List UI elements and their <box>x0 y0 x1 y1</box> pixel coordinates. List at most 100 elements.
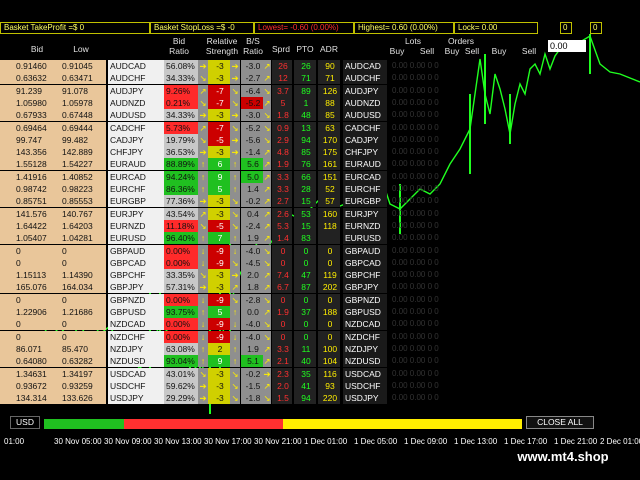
row-symbol-button[interactable]: USDCHF <box>343 379 387 392</box>
row-symbol[interactable]: EURJPY <box>108 207 164 220</box>
row-symbol[interactable]: EURNZD <box>108 219 164 232</box>
row-lots-orders[interactable]: 0.00 0.00 0 0 <box>390 245 594 257</box>
table-row[interactable]: 86.071 85.470 NZDJPY 63.08% ↑ 2 ↑ 1.9 ↗ 3.3 11 100 N… <box>0 342 594 355</box>
row-lots-orders[interactable]: 0.00 0.00 0 0 <box>390 318 594 330</box>
row-symbol-button[interactable]: GBPCHF <box>343 269 387 282</box>
row-symbol-button[interactable]: CHFJPY <box>343 146 387 159</box>
row-lots-orders[interactable]: 0.00 0.00 0 0 <box>390 269 594 281</box>
table-row[interactable]: 0.63632 0.63471 AUDCHF 34.33% ↘ -3 ➔ -2.7 ↗ 12 71 7… <box>0 72 594 85</box>
row-lots-orders[interactable]: 0.00 0.00 0 0 <box>390 195 594 207</box>
lock-input[interactable] <box>548 40 586 52</box>
row-symbol-button[interactable]: CADCHF <box>343 121 387 134</box>
row-symbol-button[interactable]: AUDCHF <box>343 72 387 85</box>
usd-button[interactable]: USD <box>10 416 40 429</box>
row-symbol[interactable]: NZDCAD <box>108 318 164 331</box>
table-row[interactable]: 91.239 91.078 AUDJPY 9.26% ↗ -7 ↘ -6.4 ↘ 3.7 89 126… <box>0 84 594 97</box>
table-row[interactable]: 0 0 NZDCAD 0.00% ↓ -9 ↓ -4.0 ↘ 0 0 0 NZDCAD 0.00 0.00… <box>0 318 594 331</box>
row-symbol-button[interactable]: EURGBP <box>343 195 387 208</box>
table-row[interactable]: 143.356 142.889 CHFJPY 36.53% ➔ -3 ➔ -1.4 ↗ 4.8 85… <box>0 146 594 159</box>
table-row[interactable]: 0.85751 0.85553 EURGBP 77.36% ➔ -3 ↘ -0.2 ↗ 2.7 15… <box>0 195 594 208</box>
row-symbol[interactable]: CHFJPY <box>108 146 164 159</box>
row-symbol-button[interactable]: EURJPY <box>343 207 387 220</box>
row-symbol-button[interactable]: GBPNZD <box>343 293 387 306</box>
row-symbol[interactable]: GBPCAD <box>108 256 164 269</box>
close-all-button[interactable]: CLOSE ALL <box>526 416 594 429</box>
row-symbol[interactable]: USDCAD <box>108 367 164 380</box>
table-row[interactable]: 99.747 99.482 CADJPY 19.79% ↘ -5 ➔ -5.6 ↘ 2.9 94 17… <box>0 133 594 146</box>
row-symbol[interactable]: GBPJPY <box>108 281 164 294</box>
table-row[interactable]: 1.22906 1.21686 GBPUSD 93.75% ↑ 5 ↑ 0.0 ↗ 1.9 37 18… <box>0 306 594 318</box>
row-symbol[interactable]: GBPNZD <box>108 293 164 306</box>
row-lots-orders[interactable]: 0.00 0.00 0 0 <box>390 97 594 109</box>
row-symbol-button[interactable]: EURNZD <box>343 219 387 232</box>
row-lots-orders[interactable]: 0.00 0.00 0 0 <box>390 220 594 232</box>
row-symbol[interactable]: NZDJPY <box>108 342 164 355</box>
table-row[interactable]: 0 0 GBPNZD 0.00% ↓ -9 ↘ -2.8 ↘ 0 0 0 GBPNZD 0.00 0.00… <box>0 293 594 306</box>
table-row[interactable]: 0.93672 0.93259 USDCHF 59.62% ➔ -3 ↘ -1.5 ↗ 2.0 41… <box>0 379 594 392</box>
table-row[interactable]: 1.15113 1.14390 GBPCHF 33.35% ↘ -3 ➔ 2.0 ↗ 7.4 47 1… <box>0 269 594 282</box>
row-symbol-button[interactable]: AUDCAD <box>343 60 387 72</box>
row-lots-orders[interactable]: 0.00 0.00 0 0 <box>390 331 594 343</box>
row-symbol-button[interactable]: NZDCHF <box>343 330 387 343</box>
row-symbol[interactable]: EURGBP <box>108 195 164 208</box>
row-symbol[interactable]: AUDCAD <box>108 60 164 72</box>
row-lots-orders[interactable]: 0.00 0.00 0 0 <box>390 146 594 158</box>
row-lots-orders[interactable]: 0.00 0.00 0 0 <box>390 281 594 293</box>
row-lots-orders[interactable]: 0.00 0.00 0 0 <box>390 208 594 220</box>
row-symbol-button[interactable]: NZDJPY <box>343 342 387 355</box>
row-symbol[interactable]: USDCHF <box>108 379 164 392</box>
row-lots-orders[interactable]: 0.00 0.00 0 0 <box>390 158 594 170</box>
row-symbol-button[interactable]: AUDUSD <box>343 109 387 122</box>
table-row[interactable]: 1.41916 1.40852 EURCAD 94.24% ↑ 9 ↑ 5.0 ↗ 3.3 66 15… <box>0 170 594 183</box>
row-lots-orders[interactable]: 0.00 0.00 0 0 <box>390 355 594 367</box>
table-row[interactable]: 0 0 NZDCHF 0.00% ↓ -9 ↓ -4.0 ↘ 0 0 0 NZDCHF 0.00 0.00… <box>0 330 594 343</box>
row-symbol-button[interactable]: GBPUSD <box>343 306 387 318</box>
row-symbol[interactable]: GBPUSD <box>108 306 164 318</box>
row-lots-orders[interactable]: 0.00 0.00 0 0 <box>390 306 594 318</box>
table-row[interactable]: 0 0 GBPAUD 0.00% ↓ -9 ↓ -4.0 ↘ 0 0 0 GBPAUD 0.00 0.00… <box>0 244 594 257</box>
basket-take-profit[interactable]: Basket TakeProfit =$ 0 <box>0 22 150 34</box>
row-symbol[interactable]: AUDUSD <box>108 109 164 122</box>
row-lots-orders[interactable]: 0.00 0.00 0 0 <box>390 294 594 306</box>
row-symbol[interactable]: AUDJPY <box>108 84 164 97</box>
table-row[interactable]: 1.64422 1.64203 EURNZD 11.18% ↘ -5 ↘ -2.4 ↗ 5.3 15… <box>0 219 594 232</box>
table-row[interactable]: 134.314 133.626 USDJPY 29.29% ➔ -3 ↘ -1.8 ↘ 1.5 94… <box>0 392 594 405</box>
row-lots-orders[interactable]: 0.00 0.00 0 0 <box>390 122 594 134</box>
row-symbol[interactable]: USDJPY <box>108 392 164 405</box>
row-lots-orders[interactable]: 0.00 0.00 0 0 <box>390 171 594 183</box>
row-lots-orders[interactable]: 0.00 0.00 0 0 <box>390 109 594 121</box>
table-row[interactable]: 1.34631 1.34197 USDCAD 43.01% ↘ -3 ↘ -0.2 ➔ 2.3 35… <box>0 367 594 380</box>
row-symbol[interactable]: EURUSD <box>108 232 164 245</box>
row-symbol[interactable]: CADCHF <box>108 121 164 134</box>
row-symbol-button[interactable]: USDJPY <box>343 392 387 405</box>
row-lots-orders[interactable]: 0.00 0.00 0 0 <box>390 368 594 380</box>
row-symbol[interactable]: CADJPY <box>108 133 164 146</box>
row-symbol[interactable]: GBPAUD <box>108 244 164 257</box>
table-row[interactable]: 0.91460 0.91045 AUDCAD 56.08% ➔ -3 ➔ -3.0 ↗ 26 26 9… <box>0 60 594 72</box>
basket-stop-loss[interactable]: Basket StopLoss =$ -0 <box>150 22 254 34</box>
row-symbol[interactable]: EURCHF <box>108 183 164 195</box>
row-symbol[interactable]: GBPCHF <box>108 269 164 282</box>
table-row[interactable]: 0.98742 0.98223 EURCHF 86.36% ↑ 5 ↑ 1.4 ↗ 3.3 28 52… <box>0 183 594 195</box>
row-lots-orders[interactable]: 0.00 0.00 0 0 <box>390 392 594 404</box>
row-symbol-button[interactable]: GBPAUD <box>343 244 387 257</box>
row-symbol-button[interactable]: CADJPY <box>343 133 387 146</box>
row-symbol-button[interactable]: NZDUSD <box>343 355 387 368</box>
row-symbol-button[interactable]: EURCAD <box>343 170 387 183</box>
row-symbol[interactable]: NZDUSD <box>108 355 164 368</box>
row-lots-orders[interactable]: 0.00 0.00 0 0 <box>390 257 594 269</box>
table-row[interactable]: 1.55128 1.54227 EURAUD 88.89% ↑ 6 ↑ 5.6 ↗ 1.9 76 16… <box>0 158 594 171</box>
table-row[interactable]: 1.05980 1.05978 AUDNZD 0.21% ↘ -7 ↘ -5.2 ↗ 5 1 88 AU… <box>0 96 594 109</box>
row-symbol-button[interactable]: EURUSD <box>343 232 387 245</box>
row-symbol[interactable]: EURAUD <box>108 158 164 171</box>
row-lots-orders[interactable]: 0.00 0.00 0 0 <box>390 232 594 244</box>
row-symbol-button[interactable]: USDCAD <box>343 367 387 380</box>
table-row[interactable]: 165.076 164.034 GBPJPY 57.31% ➔ -3 ↗ 1.8 ↗ 6.7 87 2… <box>0 281 594 294</box>
row-lots-orders[interactable]: 0.00 0.00 0 0 <box>390 343 594 355</box>
row-symbol[interactable]: NZDCHF <box>108 330 164 343</box>
row-symbol-button[interactable]: GBPCAD <box>343 256 387 269</box>
row-symbol-button[interactable]: NZDCAD <box>343 318 387 331</box>
row-symbol[interactable]: AUDCHF <box>108 72 164 85</box>
row-symbol-button[interactable]: AUDNZD <box>343 96 387 109</box>
table-row[interactable]: 0 0 GBPCAD 0.00% ↓ -9 ↘ -4.5 ↘ 0 0 0 GBPCAD 0.00 0.00… <box>0 256 594 269</box>
